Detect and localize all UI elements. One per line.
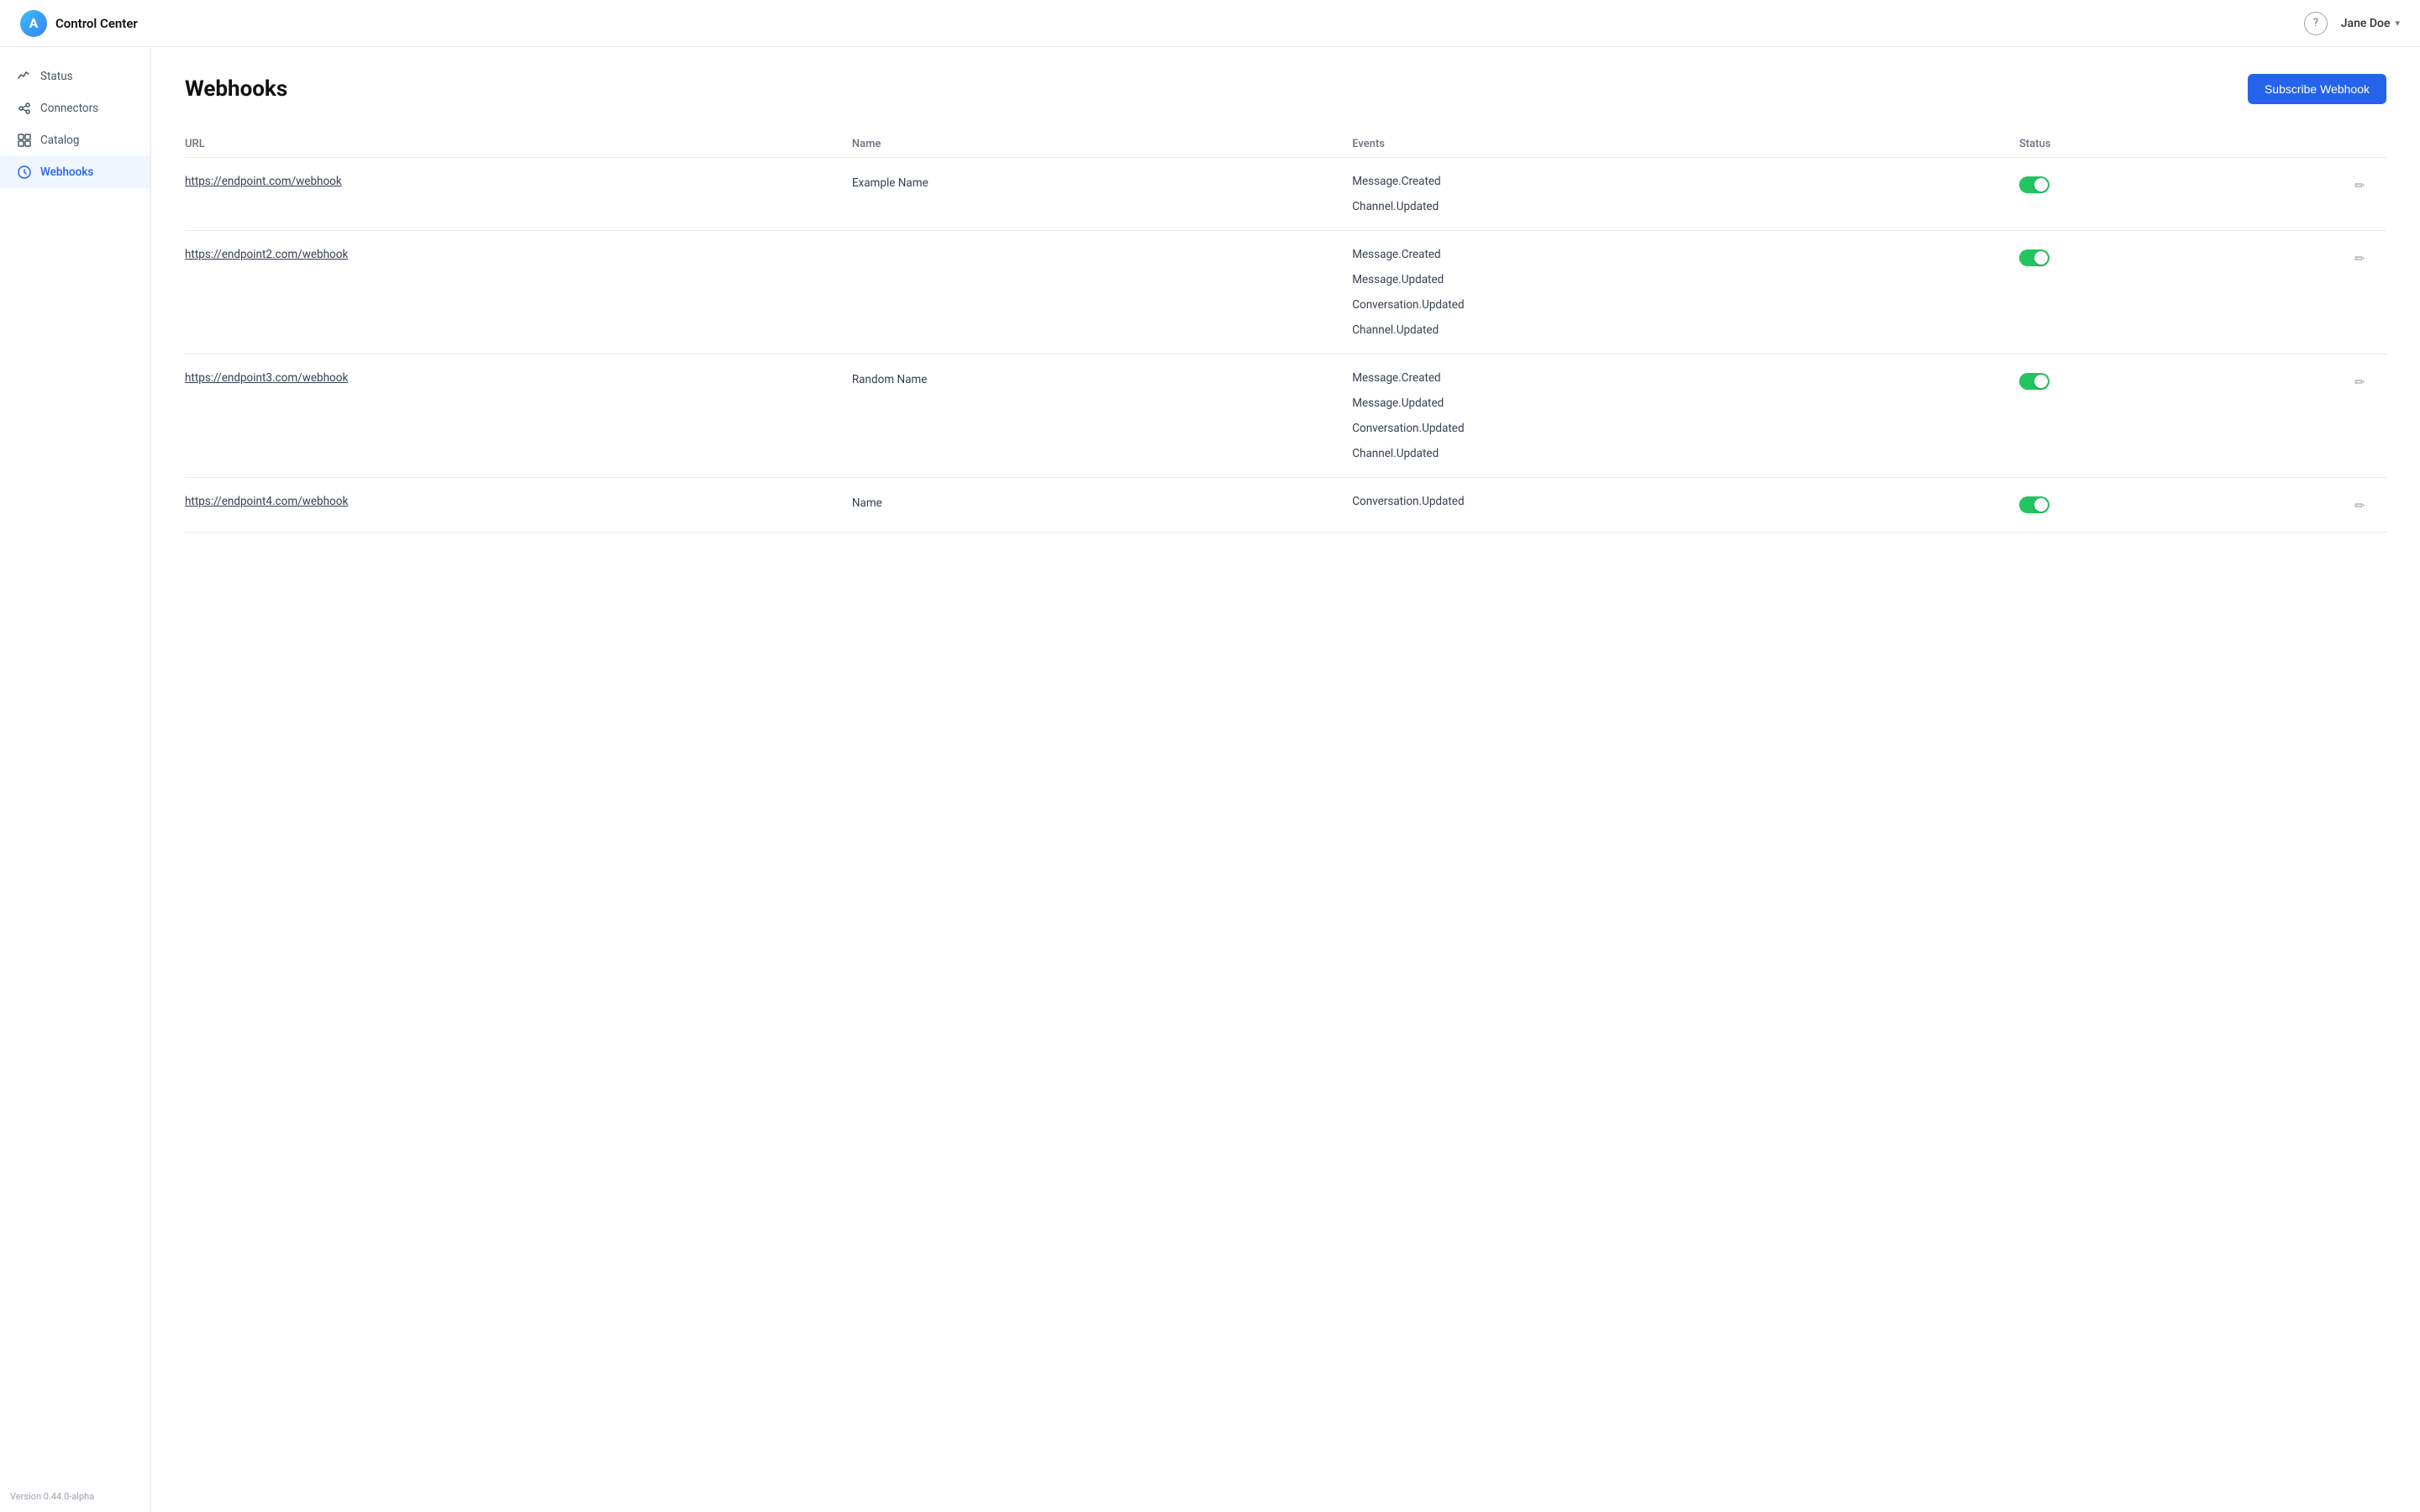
- status-cell: [2019, 248, 2353, 266]
- subscribe-webhook-button[interactable]: Subscribe Webhook: [2248, 74, 2386, 104]
- event-item: Conversation.Updated: [1352, 298, 2019, 312]
- event-item: Message.Created: [1352, 175, 2019, 188]
- event-item: Message.Updated: [1352, 273, 2019, 286]
- webhook-url[interactable]: https://endpoint.com/webhook: [185, 175, 342, 188]
- events-cell: Message.Created Message.Updated Conversati…: [1352, 371, 2019, 460]
- webhook-url[interactable]: https://endpoint3.com/webhook: [185, 371, 348, 385]
- main-content: Webhooks Subscribe Webhook URL Name Even…: [151, 47, 2420, 1512]
- page-title: Webhooks: [185, 76, 287, 102]
- table-row: https://endpoint.com/webhook Example Nam…: [185, 158, 2386, 231]
- help-icon[interactable]: ?: [2304, 12, 2328, 35]
- status-cell: [2019, 175, 2353, 193]
- col-name: Name: [852, 138, 1352, 150]
- event-item: Channel.Updated: [1352, 323, 2019, 337]
- events-cell: Message.Created Channel.Updated: [1352, 175, 2019, 213]
- col-actions: [2353, 138, 2386, 150]
- sidebar-item-status-label: Status: [40, 70, 73, 83]
- status-toggle[interactable]: [2019, 176, 2049, 193]
- action-cell: ✏: [2353, 248, 2386, 268]
- url-cell: https://endpoint2.com/webhook: [185, 248, 852, 261]
- table-row: https://endpoint3.com/webhook Random Nam…: [185, 354, 2386, 478]
- name-cell: [852, 248, 1352, 249]
- header-left: A Control Center: [20, 10, 138, 37]
- edit-button[interactable]: ✏: [2353, 496, 2367, 515]
- status-icon: [17, 69, 32, 84]
- col-events: Events: [1352, 138, 2019, 150]
- status-cell: [2019, 371, 2353, 390]
- app-header: A Control Center ? Jane Doe ▾: [0, 0, 2420, 47]
- url-cell: https://endpoint.com/webhook: [185, 175, 852, 188]
- action-cell: ✏: [2353, 371, 2386, 391]
- webhooks-icon: [17, 165, 32, 180]
- sidebar-item-status[interactable]: Status: [0, 60, 150, 92]
- name-cell: Random Name: [852, 371, 1352, 386]
- event-item: Channel.Updated: [1352, 200, 2019, 213]
- name-cell: Example Name: [852, 175, 1352, 190]
- action-cell: ✏: [2353, 175, 2386, 195]
- url-cell: https://endpoint4.com/webhook: [185, 495, 852, 508]
- main-layout: Status Connectors: [0, 47, 2420, 1512]
- status-cell: [2019, 495, 2353, 513]
- edit-button[interactable]: ✏: [2353, 249, 2367, 268]
- app-title: Control Center: [55, 16, 138, 31]
- page-header: Webhooks Subscribe Webhook: [185, 74, 2386, 104]
- col-status: Status: [2019, 138, 2353, 150]
- table-row: https://endpoint4.com/webhook Name Conve…: [185, 478, 2386, 533]
- sidebar-item-webhooks-label: Webhooks: [40, 165, 93, 179]
- status-toggle[interactable]: [2019, 249, 2049, 266]
- webhook-url[interactable]: https://endpoint2.com/webhook: [185, 248, 348, 261]
- event-item: Message.Updated: [1352, 396, 2019, 410]
- table-body: https://endpoint.com/webhook Example Nam…: [185, 158, 2386, 533]
- event-item: Message.Created: [1352, 248, 2019, 261]
- col-url: URL: [185, 138, 852, 150]
- name-cell: Name: [852, 495, 1352, 510]
- sidebar-item-webhooks[interactable]: Webhooks: [0, 156, 150, 188]
- sidebar: Status Connectors: [0, 47, 151, 1512]
- url-cell: https://endpoint3.com/webhook: [185, 371, 852, 385]
- sidebar-item-catalog-label: Catalog: [40, 134, 79, 147]
- catalog-icon: [17, 133, 32, 148]
- status-toggle[interactable]: [2019, 496, 2049, 513]
- user-name: Jane Doe: [2341, 17, 2391, 30]
- sidebar-item-connectors-label: Connectors: [40, 102, 98, 115]
- header-right: ? Jane Doe ▾: [2304, 12, 2400, 35]
- version-label: Version 0.44.0-alpha: [10, 1491, 94, 1502]
- action-cell: ✏: [2353, 495, 2386, 515]
- sidebar-item-catalog[interactable]: Catalog: [0, 124, 150, 156]
- edit-button[interactable]: ✏: [2353, 176, 2367, 195]
- app-logo: A: [20, 10, 47, 37]
- event-item: Channel.Updated: [1352, 447, 2019, 460]
- event-item: Conversation.Updated: [1352, 422, 2019, 435]
- chevron-down-icon: ▾: [2395, 18, 2400, 29]
- events-cell: Message.Created Message.Updated Conversati…: [1352, 248, 2019, 337]
- connectors-icon: [17, 101, 32, 116]
- table-header: URL Name Events Status: [185, 131, 2386, 158]
- status-toggle[interactable]: [2019, 373, 2049, 390]
- events-cell: Conversation.Updated: [1352, 495, 2019, 508]
- webhook-url[interactable]: https://endpoint4.com/webhook: [185, 495, 348, 508]
- edit-button[interactable]: ✏: [2353, 373, 2367, 391]
- event-item: Message.Created: [1352, 371, 2019, 385]
- user-menu[interactable]: Jane Doe ▾: [2341, 17, 2400, 30]
- table-row: https://endpoint2.com/webhook Message.Cr…: [185, 231, 2386, 354]
- event-item: Conversation.Updated: [1352, 495, 2019, 508]
- sidebar-item-connectors[interactable]: Connectors: [0, 92, 150, 124]
